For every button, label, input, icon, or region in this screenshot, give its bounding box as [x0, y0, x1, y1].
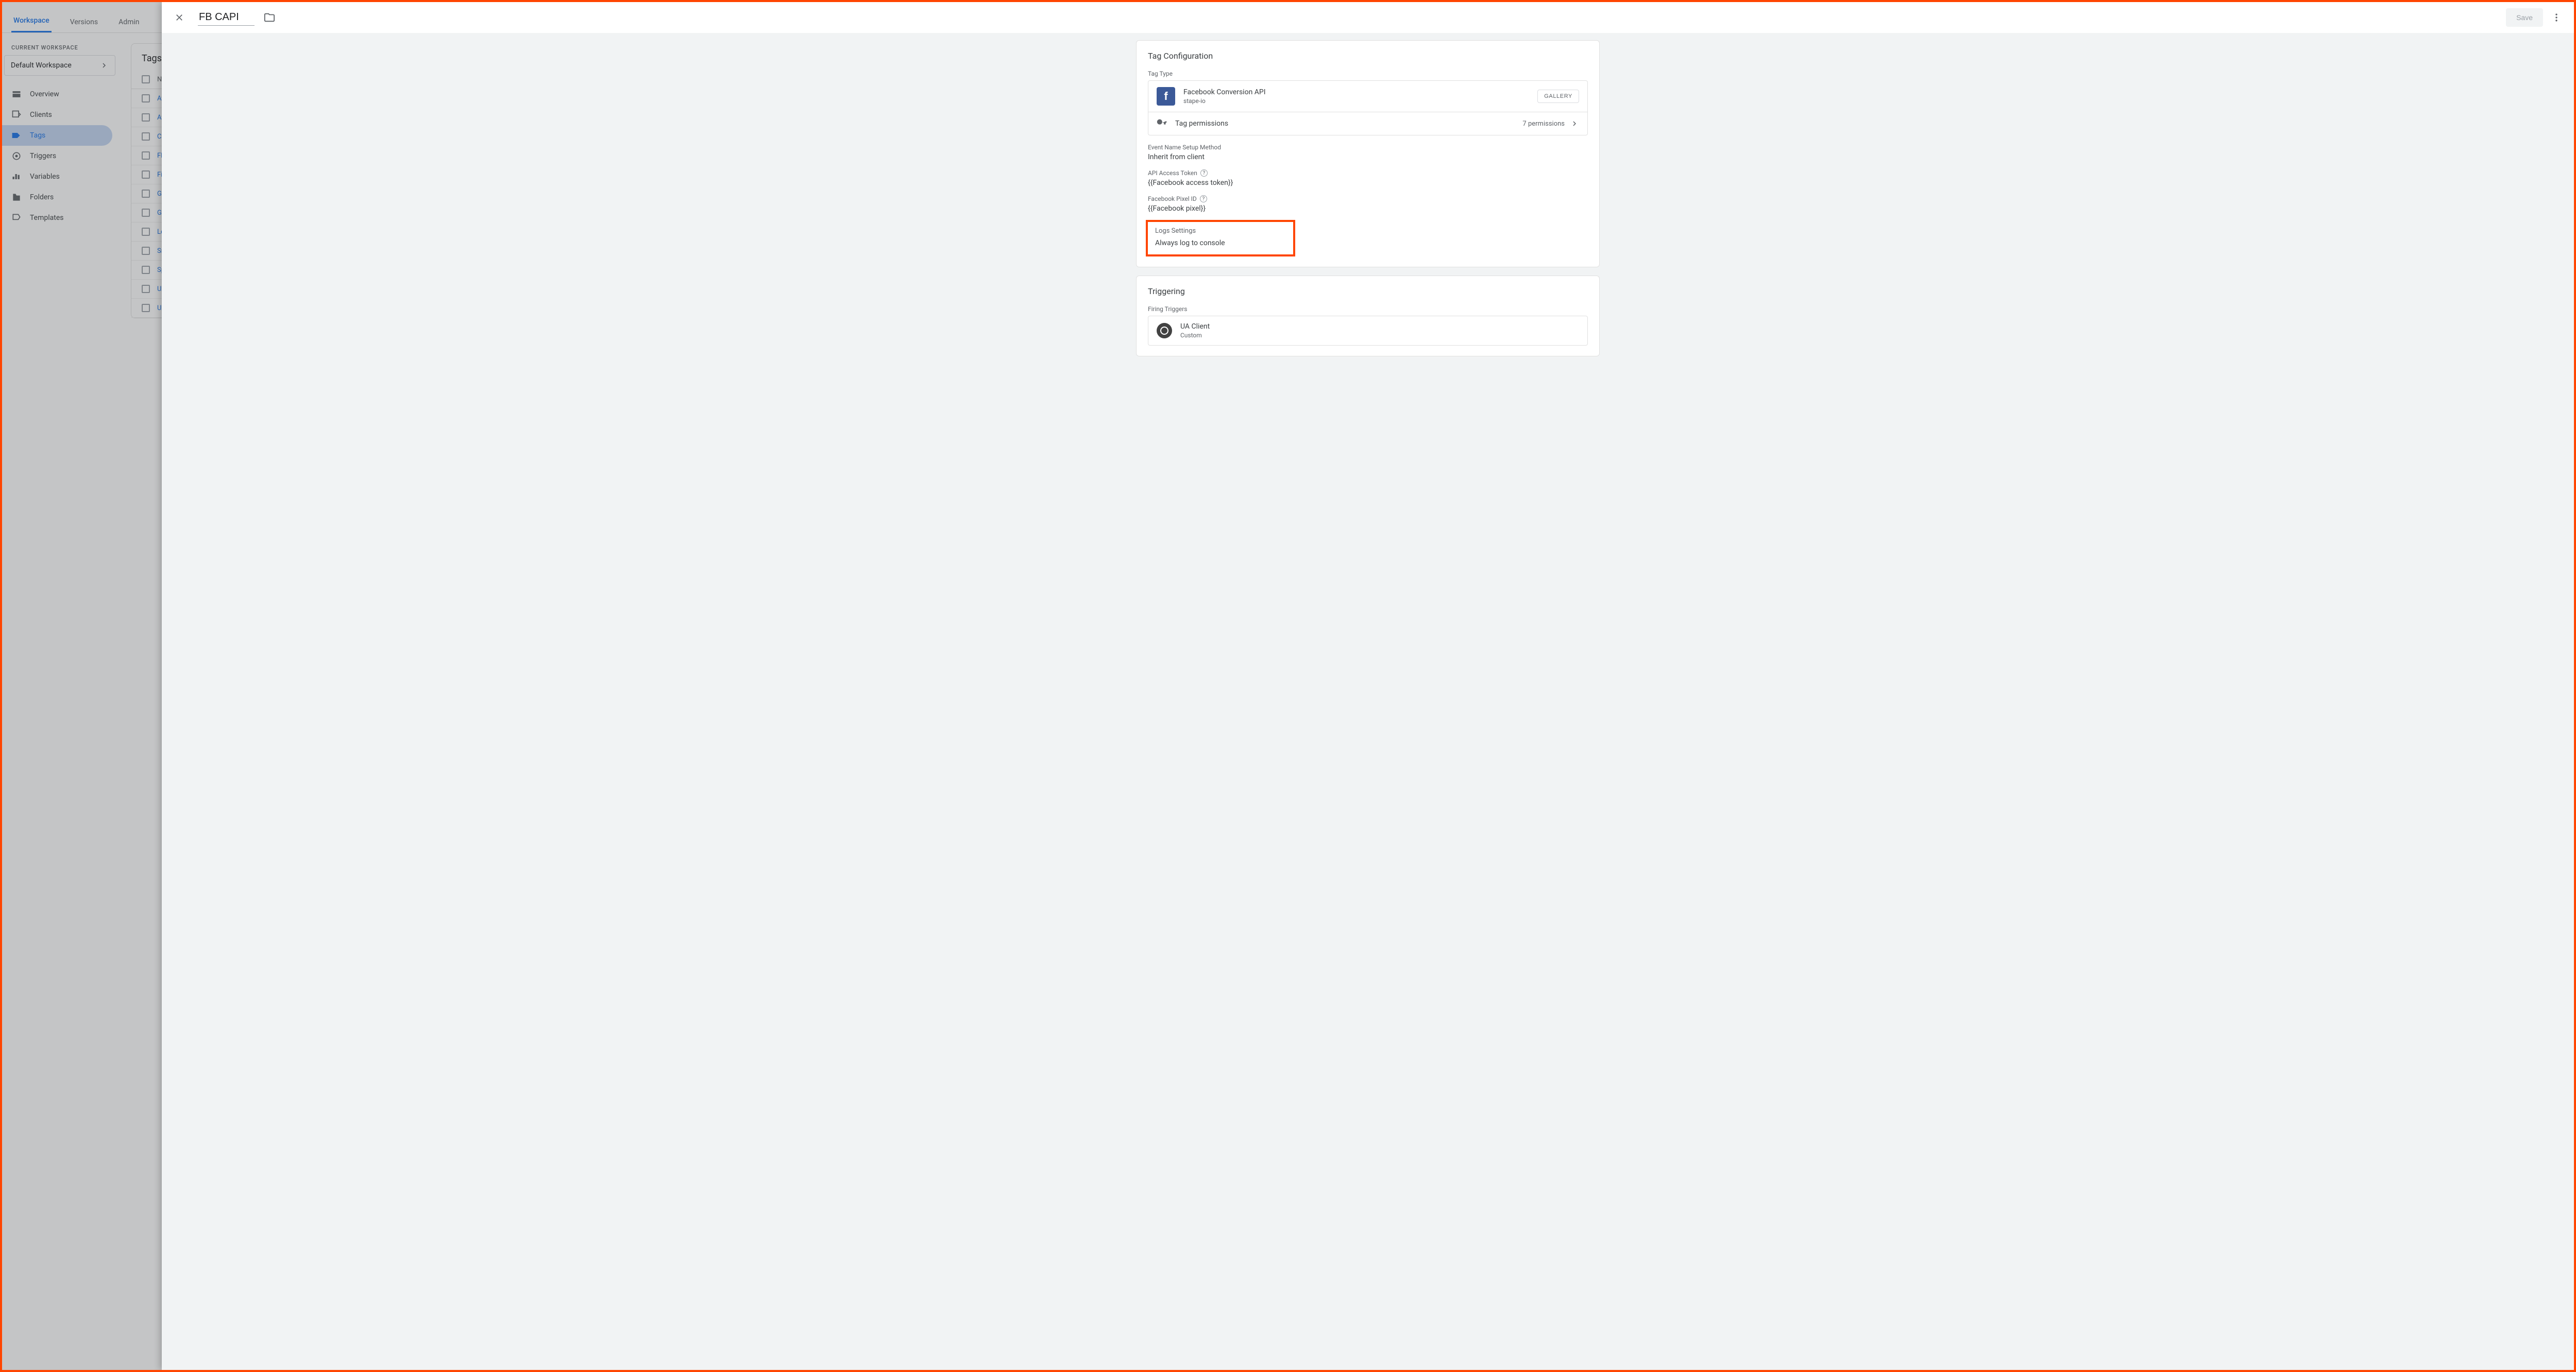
key-icon: [1157, 118, 1167, 129]
event-method-label: Event Name Setup Method: [1148, 144, 1588, 151]
chevron-right-icon: [1570, 119, 1579, 128]
help-icon[interactable]: ?: [1200, 169, 1208, 177]
tag-name-input[interactable]: [198, 9, 255, 26]
kebab-icon: [2551, 12, 2562, 23]
tag-type-name: Facebook Conversion API: [1183, 88, 1266, 96]
trigger-row[interactable]: UA Client Custom: [1148, 316, 1587, 345]
tag-editor-panel: Save Tag Configuration Tag Type f Facebo…: [162, 2, 2574, 1370]
logs-settings-value: Always log to console: [1155, 239, 1286, 247]
permissions-label: Tag permissions: [1175, 119, 1228, 128]
triggering-title: Triggering: [1148, 286, 1588, 296]
tag-permissions-row[interactable]: Tag permissions 7 permissions: [1148, 112, 1587, 135]
tag-config-title: Tag Configuration: [1148, 51, 1588, 61]
save-button[interactable]: Save: [2506, 8, 2543, 27]
tag-type-row[interactable]: f Facebook Conversion API stape-io GALLE…: [1148, 81, 1587, 112]
pixel-id-label: Facebook Pixel ID: [1148, 195, 1197, 202]
logs-settings-highlight: Logs Settings Always log to console: [1146, 220, 1295, 256]
firing-triggers-label: Firing Triggers: [1148, 305, 1588, 313]
trigger-name: UA Client: [1180, 322, 1210, 331]
api-token-label: API Access Token: [1148, 169, 1197, 177]
close-button[interactable]: [170, 8, 189, 27]
tag-type-label: Tag Type: [1148, 70, 1588, 77]
tag-type-vendor: stape-io: [1183, 97, 1266, 105]
triggering-card[interactable]: Triggering Firing Triggers UA Client Cus…: [1136, 276, 1600, 356]
custom-trigger-icon: [1157, 323, 1172, 338]
pixel-id-value: {{Facebook pixel}}: [1148, 204, 1588, 213]
folder-icon[interactable]: [264, 12, 275, 23]
more-menu-button[interactable]: [2547, 8, 2566, 27]
permissions-count: 7 permissions: [1522, 120, 1565, 128]
logs-settings-label: Logs Settings: [1155, 227, 1286, 235]
facebook-logo-icon: f: [1157, 87, 1175, 106]
tag-configuration-card[interactable]: Tag Configuration Tag Type f Facebook Co…: [1136, 40, 1600, 267]
help-icon[interactable]: ?: [1200, 195, 1207, 202]
trigger-type: Custom: [1180, 332, 1210, 339]
event-method-value: Inherit from client: [1148, 153, 1588, 161]
gallery-button[interactable]: GALLERY: [1537, 90, 1579, 103]
api-token-value: {{Facebook access token}}: [1148, 179, 1588, 187]
close-icon: [174, 12, 184, 23]
